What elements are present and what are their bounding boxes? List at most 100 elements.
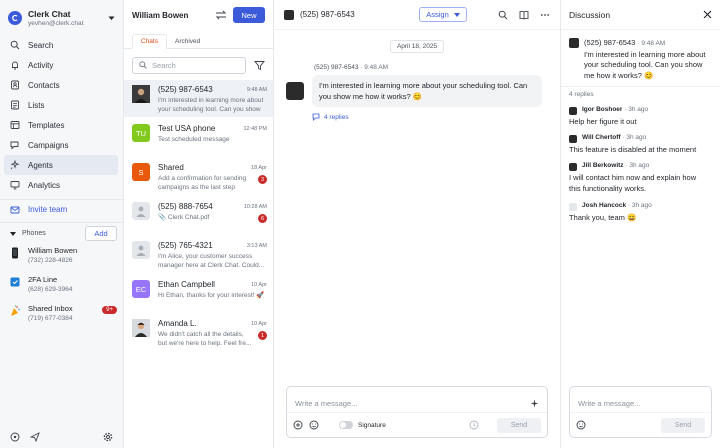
signature-toggle[interactable] xyxy=(339,421,353,429)
app: Clerk Chat yevhen@clerk.chat Search Acti… xyxy=(0,0,720,448)
conversation-item[interactable]: TU Test USA phone 12:48 PM Test schedule… xyxy=(124,119,273,156)
conversation-item[interactable]: (525) 888-7654 10:28 AM 📎 Clerk Chat.pdf… xyxy=(124,197,273,234)
nav-item-campaigns[interactable]: Campaigns xyxy=(0,135,118,155)
templates-icon xyxy=(10,121,20,129)
send-plane-icon[interactable] xyxy=(30,432,40,442)
book-icon[interactable] xyxy=(519,10,529,20)
conversation-preview: I'm Alice, your customer success manager… xyxy=(158,253,265,269)
thread-reply: Josh Hancock · 3h ago Thank you, team 😄 xyxy=(569,202,652,222)
conversation-preview: Add a confirmation for sending campaigns… xyxy=(158,175,247,191)
add-circle-icon[interactable] xyxy=(293,420,303,430)
list-tabs: Chats Archived xyxy=(124,33,273,49)
discussion-header: Discussion xyxy=(561,0,720,30)
conversation-name: Amanda L. xyxy=(158,319,197,328)
initials-avatar: TU xyxy=(132,124,150,142)
message-bubble: I'm interested in learning more about yo… xyxy=(312,75,542,107)
switch-arrows-icon[interactable] xyxy=(215,9,227,21)
search-input[interactable] xyxy=(152,60,232,70)
more-horizontal-icon[interactable] xyxy=(540,10,550,20)
emoji-icon[interactable] xyxy=(576,420,586,430)
conversation-item[interactable]: Amanda L. 10 Apr We didn't catch all the… xyxy=(124,314,273,351)
gear-icon[interactable] xyxy=(103,432,113,442)
reply-author: Jill Berkowitz xyxy=(582,162,624,169)
conversation-name: (525) 888-7654 xyxy=(158,202,213,211)
add-phone-button[interactable]: Add xyxy=(85,226,117,241)
nav-item-agents[interactable]: Agents xyxy=(4,155,118,175)
thread-replies-link[interactable]: 4 replies xyxy=(312,113,542,121)
phone-item-william-bowen[interactable]: William Bowen (732) 228-4826 xyxy=(0,246,123,273)
thread-reply: Jill Berkowitz · 3h ago I will contact h… xyxy=(561,162,720,194)
close-icon[interactable] xyxy=(703,10,712,19)
nav-item-templates[interactable]: Templates xyxy=(0,115,118,135)
caret-down-icon[interactable] xyxy=(10,231,16,236)
phone-device-icon xyxy=(12,247,18,259)
schedule-clock-icon[interactable] xyxy=(469,420,479,430)
nav-item-analytics[interactable]: Analytics xyxy=(0,175,118,195)
conversation-name: (525) 765-4321 xyxy=(158,241,213,250)
reply-text: I will contact him now and explain how t… xyxy=(569,173,697,193)
chat-panel: (525) 987-6543 Assign April 18, 2025 (52… xyxy=(274,0,561,448)
filter-row xyxy=(124,56,273,74)
nav-item-activity[interactable]: Activity xyxy=(0,55,118,75)
send-button[interactable]: Send xyxy=(497,417,541,433)
phone-item-2fa-line[interactable]: 2FA Line (628) 629-3964 xyxy=(0,275,123,302)
phone-name: Shared Inbox xyxy=(28,304,73,313)
phone-number: (732) 228-4826 xyxy=(28,257,73,264)
tab-archived[interactable]: Archived xyxy=(167,35,208,48)
replies-count: 4 replies xyxy=(324,113,349,121)
conversation-item[interactable]: (525) 987-6543 9:48 AM I'm interested in… xyxy=(124,80,273,117)
tab-chats[interactable]: Chats xyxy=(132,34,167,49)
user-photo-avatar xyxy=(569,107,577,115)
analytics-icon xyxy=(10,181,20,190)
new-conversation-button[interactable]: New xyxy=(233,7,265,23)
conversation-time: 10 Apr xyxy=(251,281,267,288)
nav-item-lists[interactable]: Lists xyxy=(0,95,118,115)
conversation-item[interactable]: EC Ethan Campbell 10 Apr Hi Ethan, thank… xyxy=(124,275,273,312)
nav-label: Activity xyxy=(28,60,54,70)
invite-team-link[interactable]: Invite team xyxy=(0,199,123,219)
reply-time: 3h ago xyxy=(628,106,649,113)
message-meta: (525) 987-6543 · 9:48 AM xyxy=(314,64,389,71)
unread-badge: 9+ xyxy=(102,306,117,314)
root-time: 9:48 AM xyxy=(641,40,666,47)
conversation-item[interactable]: S Shared 18 Apr Add a confirmation for s… xyxy=(124,158,273,195)
thread-icon xyxy=(312,113,320,121)
reply-text: This feature is disabled at the moment xyxy=(569,145,697,154)
initials-avatar: EC xyxy=(132,280,150,298)
help-circle-icon[interactable] xyxy=(10,432,20,442)
root-sender: (525) 987-6543 xyxy=(584,38,636,47)
placeholder-avatar xyxy=(132,202,150,220)
search-icon[interactable] xyxy=(498,10,508,20)
agents-icon xyxy=(10,160,20,170)
composer-placeholder: Write a message... xyxy=(295,399,358,408)
assign-dropdown[interactable]: Assign xyxy=(419,7,467,22)
sidebar-footer xyxy=(10,432,113,442)
send-reply-button[interactable]: Send xyxy=(661,417,705,433)
phones-label: Phones xyxy=(22,230,46,237)
unread-badge: 6 xyxy=(258,214,267,223)
filter-funnel-icon[interactable] xyxy=(254,60,265,71)
emoji-icon[interactable] xyxy=(309,420,319,430)
reply-time: 3h ago xyxy=(629,162,650,169)
nav-item-contacts[interactable]: Contacts xyxy=(0,75,118,95)
conversation-preview: Test scheduled message xyxy=(158,136,230,143)
conversation-preview: I'm interested in learning more about yo… xyxy=(158,97,264,113)
nav-item-search[interactable]: Search xyxy=(0,35,118,55)
sidebar: Clerk Chat yevhen@clerk.chat Search Acti… xyxy=(0,0,124,448)
discussion-panel: Discussion (525) 987-6543 · 9:48 AM I'm … xyxy=(561,0,720,448)
caret-down-icon[interactable] xyxy=(108,16,115,21)
reply-time: 3h ago xyxy=(626,134,647,141)
phone-item-shared-inbox[interactable]: Shared Inbox (719) 677-0384 9+ xyxy=(0,304,123,331)
workspace-email: yevhen@clerk.chat xyxy=(28,20,84,27)
unread-badge: 1 xyxy=(258,331,267,340)
chat-header: (525) 987-6543 Assign xyxy=(274,0,560,30)
conversation-time: 12:48 PM xyxy=(243,125,267,132)
ai-sparkle-icon[interactable] xyxy=(530,399,539,408)
composer-input[interactable]: Write a message... xyxy=(287,387,547,413)
reply-input[interactable]: Write a message... xyxy=(570,387,711,413)
party-popper-icon xyxy=(11,305,20,316)
conversation-item[interactable]: (525) 765-4321 3:13 AM I'm Alice, your c… xyxy=(124,236,273,273)
invite-label: Invite team xyxy=(28,205,68,214)
workspace-switcher[interactable]: Clerk Chat yevhen@clerk.chat xyxy=(0,0,123,30)
two-factor-icon xyxy=(10,277,20,287)
